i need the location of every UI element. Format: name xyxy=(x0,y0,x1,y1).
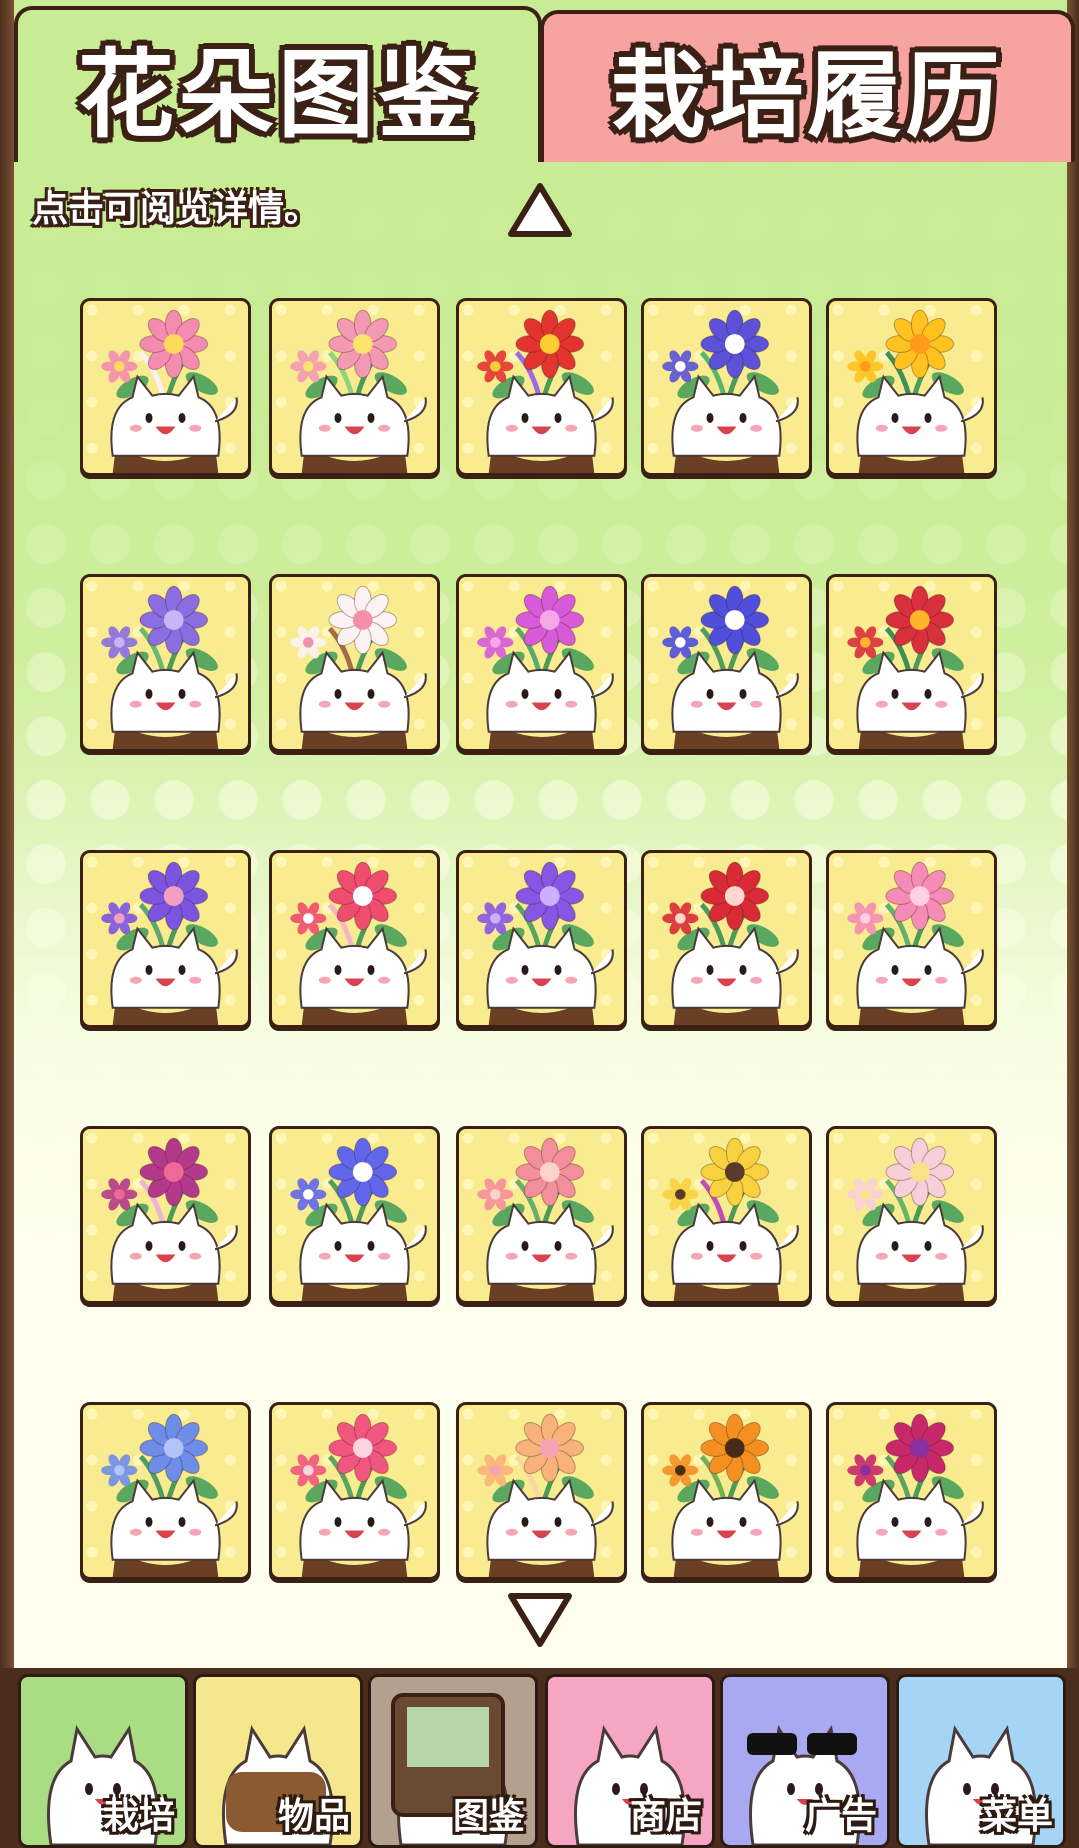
flower-cat-pot-icon xyxy=(847,861,984,1025)
nav-label: 菜单 xyxy=(980,1796,1053,1837)
flower-card[interactable] xyxy=(641,298,812,476)
hint-text: 点击可阅览详情。 xyxy=(32,189,321,230)
scroll-up-arrow-icon[interactable] xyxy=(507,180,573,240)
flower-card[interactable] xyxy=(80,1126,251,1304)
game-screen: 花朵图鉴 栽培履历 点击可阅览详情。 栽培 物品 图鉴 商店 广告 菜单 xyxy=(0,0,1079,1848)
nav-button-encyclopedia[interactable]: 图鉴 xyxy=(368,1674,538,1848)
nav-label: 栽培 xyxy=(102,1796,175,1837)
flower-card[interactable] xyxy=(826,1402,997,1580)
nav-label: 商店 xyxy=(629,1796,702,1837)
flower-card[interactable] xyxy=(826,850,997,1028)
flower-cat-pot-icon xyxy=(290,1413,427,1577)
flower-cat-pot-icon xyxy=(847,1137,984,1301)
flower-cat-pot-icon xyxy=(477,309,614,473)
flower-cat-pot-icon xyxy=(847,309,984,473)
flower-card[interactable] xyxy=(826,574,997,752)
scroll-down-arrow-icon[interactable] xyxy=(507,1590,573,1650)
tab-flower-encyclopedia-label: 花朵图鉴 xyxy=(78,38,478,151)
flower-cat-pot-icon xyxy=(101,1137,238,1301)
flower-cat-pot-icon xyxy=(101,1413,238,1577)
flower-cat-pot-icon xyxy=(662,309,799,473)
flower-cat-pot-icon xyxy=(101,861,238,1025)
flower-cat-pot-icon xyxy=(290,1137,427,1301)
nav-label: 物品 xyxy=(277,1796,350,1837)
book-frame-left xyxy=(0,0,14,1668)
flower-card[interactable] xyxy=(641,1402,812,1580)
flower-card[interactable] xyxy=(269,1126,440,1304)
nav-button-menu[interactable]: 菜单 xyxy=(896,1674,1066,1848)
flower-cat-pot-icon xyxy=(477,585,614,749)
flower-cat-pot-icon xyxy=(290,861,427,1025)
flower-card[interactable] xyxy=(641,1126,812,1304)
flower-cat-pot-icon xyxy=(477,1413,614,1577)
flower-cat-pot-icon xyxy=(847,585,984,749)
flower-card[interactable] xyxy=(269,574,440,752)
flower-card[interactable] xyxy=(80,298,251,476)
flower-cat-pot-icon xyxy=(662,861,799,1025)
flower-cat-pot-icon xyxy=(662,585,799,749)
flower-cat-pot-icon xyxy=(101,585,238,749)
flower-card[interactable] xyxy=(80,574,251,752)
flower-card[interactable] xyxy=(641,574,812,752)
flower-cat-pot-icon xyxy=(290,309,427,473)
nav-label: 图鉴 xyxy=(452,1796,525,1837)
flower-card[interactable] xyxy=(826,1126,997,1304)
flower-card[interactable] xyxy=(269,298,440,476)
flower-card[interactable] xyxy=(456,1402,627,1580)
flower-cat-pot-icon xyxy=(477,861,614,1025)
nav-button-cultivate[interactable]: 栽培 xyxy=(18,1674,188,1848)
nav-button-items[interactable]: 物品 xyxy=(193,1674,363,1848)
nav-button-ads[interactable]: 广告 xyxy=(720,1674,890,1848)
nav-button-shop[interactable]: 商店 xyxy=(545,1674,715,1848)
flower-card[interactable] xyxy=(80,1402,251,1580)
book-frame-right xyxy=(1067,0,1079,1668)
flower-card[interactable] xyxy=(826,298,997,476)
flower-card[interactable] xyxy=(456,298,627,476)
flower-cat-pot-icon xyxy=(847,1413,984,1577)
flower-card[interactable] xyxy=(269,1402,440,1580)
tab-cultivation-history[interactable]: 栽培履历 xyxy=(540,10,1075,162)
flower-cat-pot-icon xyxy=(101,309,238,473)
flower-card[interactable] xyxy=(456,574,627,752)
tab-cultivation-history-label: 栽培履历 xyxy=(611,42,1004,151)
nav-label: 广告 xyxy=(804,1796,877,1837)
flower-card[interactable] xyxy=(456,850,627,1028)
flower-card[interactable] xyxy=(80,850,251,1028)
flower-card[interactable] xyxy=(269,850,440,1028)
flower-cat-pot-icon xyxy=(290,585,427,749)
tab-flower-encyclopedia[interactable]: 花朵图鉴 xyxy=(14,6,542,162)
flower-card[interactable] xyxy=(456,1126,627,1304)
flower-cat-pot-icon xyxy=(662,1413,799,1577)
flower-card[interactable] xyxy=(641,850,812,1028)
flower-cat-pot-icon xyxy=(662,1137,799,1301)
flower-cat-pot-icon xyxy=(477,1137,614,1301)
